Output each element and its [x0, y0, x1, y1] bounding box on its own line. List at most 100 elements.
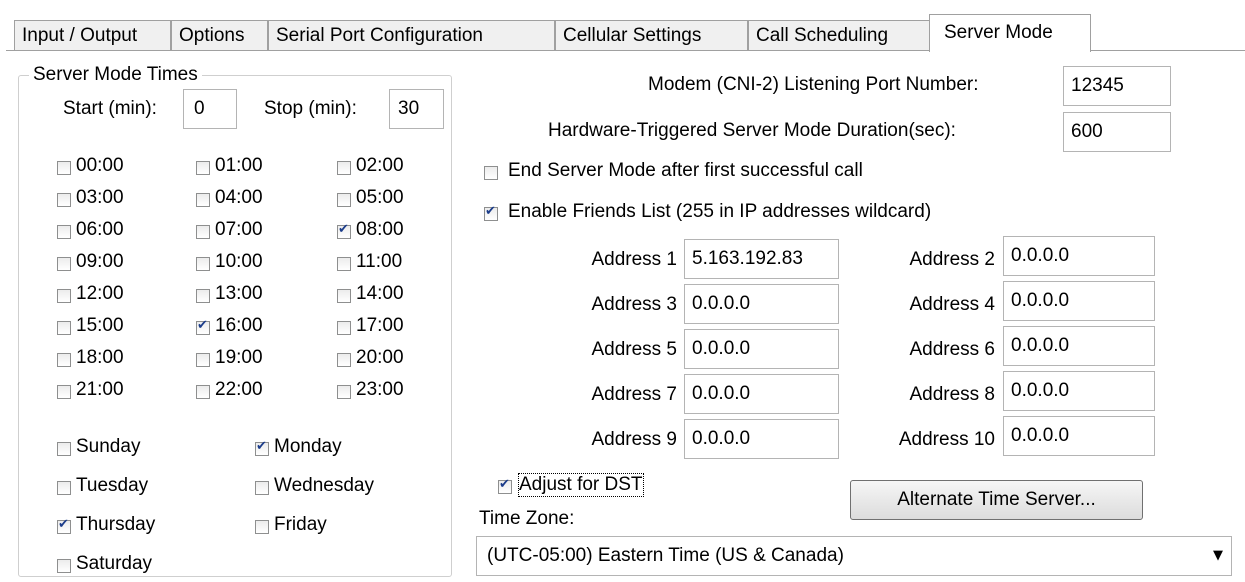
tab-serial-port-configuration[interactable]: Serial Port Configuration — [268, 20, 555, 52]
tab-bar: Input / Output Options Serial Port Confi… — [0, 0, 1245, 52]
end-after-call-label: End Server Mode after first successful c… — [508, 160, 863, 181]
hour-1900-checkbox[interactable] — [196, 353, 210, 367]
day-wednesday-label: Wednesday — [274, 475, 374, 496]
hw-duration-input[interactable]: 600 — [1063, 112, 1171, 152]
hour-1700-checkbox[interactable] — [337, 321, 351, 335]
hour-0700-checkbox[interactable] — [196, 225, 210, 239]
hw-duration-label: Hardware-Triggered Server Mode Duration(… — [548, 120, 956, 141]
hour-1200-label: 12:00 — [76, 283, 124, 304]
hour-1200-checkbox[interactable] — [57, 289, 71, 303]
listening-port-input[interactable]: 12345 — [1063, 66, 1171, 106]
hour-2000-checkbox[interactable] — [337, 353, 351, 367]
hour-2100-label: 21:00 — [76, 379, 124, 400]
hour-2300-checkbox[interactable] — [337, 385, 351, 399]
tab-server-mode[interactable]: Server Mode — [929, 14, 1091, 52]
address-1-input[interactable]: 5.163.192.83 — [684, 239, 839, 279]
day-tuesday-checkbox[interactable] — [57, 481, 71, 495]
day-wednesday-checkbox[interactable] — [255, 481, 269, 495]
hour-0400-label: 04:00 — [215, 187, 263, 208]
hour-1000-checkbox[interactable] — [196, 257, 210, 271]
hour-0700-label: 07:00 — [215, 219, 263, 240]
address-6-input[interactable]: 0.0.0.0 — [1003, 326, 1155, 366]
address-5-input[interactable]: 0.0.0.0 — [684, 329, 839, 369]
hour-0500-checkbox[interactable] — [337, 193, 351, 207]
day-friday-label: Friday — [274, 514, 327, 535]
address-6-label: Address 6 — [909, 339, 995, 360]
address-10-label: Address 10 — [898, 429, 995, 450]
address-4-input[interactable]: 0.0.0.0 — [1003, 281, 1155, 321]
hour-2200-checkbox[interactable] — [196, 385, 210, 399]
alternate-time-server-button[interactable]: Alternate Time Server... — [850, 480, 1143, 520]
hour-0600-label: 06:00 — [76, 219, 124, 240]
hour-0500-label: 05:00 — [356, 187, 404, 208]
address-8-input[interactable]: 0.0.0.0 — [1003, 371, 1155, 411]
listening-port-label: Modem (CNI-2) Listening Port Number: — [648, 74, 979, 95]
hour-1700-label: 17:00 — [356, 315, 404, 336]
time-zone-select[interactable]: (UTC-05:00) Eastern Time (US & Canada) ▼ — [476, 536, 1232, 576]
day-sunday-label: Sunday — [76, 436, 141, 457]
hour-1000-label: 10:00 — [215, 251, 263, 272]
hour-0100-checkbox[interactable] — [196, 161, 210, 175]
server-mode-times-title: Server Mode Times — [29, 64, 202, 86]
day-monday-label: Monday — [274, 436, 342, 457]
day-thursday-checkbox[interactable] — [57, 517, 71, 534]
hour-1300-checkbox[interactable] — [196, 289, 210, 303]
day-monday-checkbox[interactable] — [255, 439, 269, 456]
day-tuesday-label: Tuesday — [76, 475, 149, 496]
tab-options[interactable]: Options — [171, 20, 268, 52]
hour-2100-checkbox[interactable] — [57, 385, 71, 399]
hour-1500-label: 15:00 — [76, 315, 124, 336]
day-thursday-label: Thursday — [76, 514, 156, 535]
tab-call-scheduling[interactable]: Call Scheduling — [748, 20, 931, 52]
hour-0600-checkbox[interactable] — [57, 225, 71, 239]
address-3-input[interactable]: 0.0.0.0 — [684, 284, 839, 324]
address-7-label: Address 7 — [591, 384, 677, 405]
hour-1300-label: 13:00 — [215, 283, 263, 304]
day-friday-checkbox[interactable] — [255, 520, 269, 534]
end-after-call-checkbox[interactable] — [484, 166, 498, 180]
hour-0900-checkbox[interactable] — [57, 257, 71, 271]
start-min-input[interactable]: 0 — [183, 89, 237, 129]
hour-0000-label: 00:00 — [76, 155, 124, 176]
hour-1500-checkbox[interactable] — [57, 321, 71, 335]
stop-min-label: Stop (min): — [264, 98, 357, 119]
address-2-label: Address 2 — [909, 249, 995, 270]
day-sunday-checkbox[interactable] — [57, 442, 71, 456]
hour-0000-checkbox[interactable] — [57, 161, 71, 175]
hour-1800-label: 18:00 — [76, 347, 124, 368]
dst-label: Adjust for DST — [518, 473, 644, 497]
dst-checkbox[interactable] — [498, 477, 512, 494]
hour-2200-label: 22:00 — [215, 379, 263, 400]
address-4-label: Address 4 — [909, 294, 995, 315]
hour-1100-label: 11:00 — [356, 251, 403, 272]
hour-1600-checkbox[interactable] — [196, 318, 210, 335]
day-saturday-checkbox[interactable] — [57, 559, 71, 573]
stop-min-input[interactable]: 30 — [389, 89, 444, 129]
hour-0200-label: 02:00 — [356, 155, 404, 176]
address-3-label: Address 3 — [591, 294, 677, 315]
address-8-label: Address 8 — [909, 384, 995, 405]
hour-0100-label: 01:00 — [215, 155, 263, 176]
hour-0300-label: 03:00 — [76, 187, 124, 208]
hour-1400-checkbox[interactable] — [337, 289, 351, 303]
hour-1100-checkbox[interactable] — [337, 257, 351, 271]
friends-list-checkbox[interactable] — [484, 204, 498, 221]
start-min-label: Start (min): — [63, 98, 157, 119]
hour-0300-checkbox[interactable] — [57, 193, 71, 207]
hour-1800-checkbox[interactable] — [57, 353, 71, 367]
hour-0900-label: 09:00 — [76, 251, 124, 272]
tab-cellular-settings[interactable]: Cellular Settings — [555, 20, 748, 52]
address-9-label: Address 9 — [591, 429, 677, 450]
address-7-input[interactable]: 0.0.0.0 — [684, 374, 839, 414]
address-9-input[interactable]: 0.0.0.0 — [684, 419, 839, 459]
hour-0200-checkbox[interactable] — [337, 161, 351, 175]
tab-input-output[interactable]: Input / Output — [14, 20, 171, 52]
address-1-label: Address 1 — [591, 249, 677, 270]
hour-2300-label: 23:00 — [356, 379, 404, 400]
chevron-down-icon[interactable]: ▼ — [1213, 537, 1223, 575]
address-2-input[interactable]: 0.0.0.0 — [1003, 236, 1155, 276]
hour-0400-checkbox[interactable] — [196, 193, 210, 207]
address-10-input[interactable]: 0.0.0.0 — [1003, 416, 1155, 456]
hour-1400-label: 14:00 — [356, 283, 404, 304]
hour-0800-checkbox[interactable] — [337, 222, 351, 239]
